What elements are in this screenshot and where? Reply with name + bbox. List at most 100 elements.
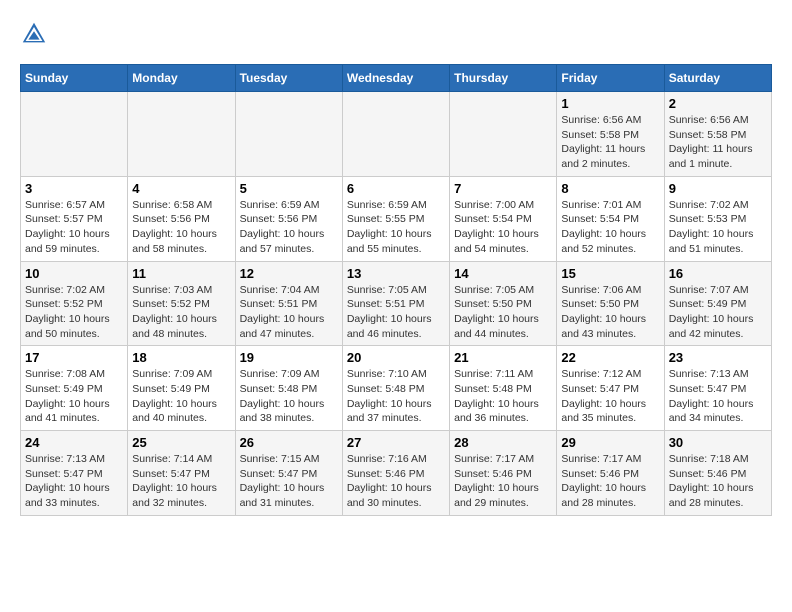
day-info: Sunrise: 7:03 AM Sunset: 5:52 PM Dayligh…: [132, 283, 230, 342]
calendar-cell: 17 Sunrise: 7:08 AM Sunset: 5:49 PM Dayli…: [21, 346, 128, 431]
calendar-cell: [450, 92, 557, 177]
day-info: Sunrise: 6:59 AM Sunset: 5:55 PM Dayligh…: [347, 198, 445, 257]
day-info: Sunrise: 7:14 AM Sunset: 5:47 PM Dayligh…: [132, 452, 230, 511]
day-number: 4: [132, 181, 230, 196]
day-number: 9: [669, 181, 767, 196]
day-number: 2: [669, 96, 767, 111]
day-number: 3: [25, 181, 123, 196]
day-number: 10: [25, 266, 123, 281]
day-info: Sunrise: 7:10 AM Sunset: 5:48 PM Dayligh…: [347, 367, 445, 426]
calendar-cell: 10 Sunrise: 7:02 AM Sunset: 5:52 PM Dayli…: [21, 261, 128, 346]
calendar-cell: 9 Sunrise: 7:02 AM Sunset: 5:53 PM Daylig…: [664, 176, 771, 261]
weekday-tuesday: Tuesday: [235, 65, 342, 92]
day-info: Sunrise: 7:16 AM Sunset: 5:46 PM Dayligh…: [347, 452, 445, 511]
calendar-cell: 24Sunrise: 7:13 AM Sunset: 5:47 PM Dayli…: [21, 431, 128, 516]
day-info: Sunrise: 7:13 AM Sunset: 5:47 PM Dayligh…: [669, 367, 767, 426]
calendar-cell: 21 Sunrise: 7:11 AM Sunset: 5:48 PM Dayli…: [450, 346, 557, 431]
week-row-2: 3 Sunrise: 6:57 AM Sunset: 5:57 PM Daylig…: [21, 176, 772, 261]
weekday-saturday: Saturday: [664, 65, 771, 92]
day-number: 29: [561, 435, 659, 450]
calendar-header: SundayMondayTuesdayWednesdayThursdayFrid…: [21, 65, 772, 92]
day-number: 13: [347, 266, 445, 281]
day-info: Sunrise: 7:05 AM Sunset: 5:50 PM Dayligh…: [454, 283, 552, 342]
calendar-cell: 7Sunrise: 7:00 AM Sunset: 5:54 PM Daylig…: [450, 176, 557, 261]
calendar-cell: 5Sunrise: 6:59 AM Sunset: 5:56 PM Daylig…: [235, 176, 342, 261]
calendar-cell: 3 Sunrise: 6:57 AM Sunset: 5:57 PM Daylig…: [21, 176, 128, 261]
calendar-cell: 4 Sunrise: 6:58 AM Sunset: 5:56 PM Daylig…: [128, 176, 235, 261]
day-number: 1: [561, 96, 659, 111]
calendar-cell: [21, 92, 128, 177]
logo: [20, 20, 52, 48]
day-number: 26: [240, 435, 338, 450]
weekday-sunday: Sunday: [21, 65, 128, 92]
day-number: 15: [561, 266, 659, 281]
weekday-header-row: SundayMondayTuesdayWednesdayThursdayFrid…: [21, 65, 772, 92]
day-number: 23: [669, 350, 767, 365]
day-number: 11: [132, 266, 230, 281]
day-number: 18: [132, 350, 230, 365]
day-info: Sunrise: 7:09 AM Sunset: 5:49 PM Dayligh…: [132, 367, 230, 426]
day-info: Sunrise: 7:05 AM Sunset: 5:51 PM Dayligh…: [347, 283, 445, 342]
day-info: Sunrise: 6:56 AM Sunset: 5:58 PM Dayligh…: [561, 113, 659, 172]
day-info: Sunrise: 6:56 AM Sunset: 5:58 PM Dayligh…: [669, 113, 767, 172]
day-number: 27: [347, 435, 445, 450]
calendar-body: 1 Sunrise: 6:56 AM Sunset: 5:58 PM Daylig…: [21, 92, 772, 516]
calendar-cell: 30 Sunrise: 7:18 AM Sunset: 5:46 PM Dayli…: [664, 431, 771, 516]
day-info: Sunrise: 7:01 AM Sunset: 5:54 PM Dayligh…: [561, 198, 659, 257]
calendar-cell: 19Sunrise: 7:09 AM Sunset: 5:48 PM Dayli…: [235, 346, 342, 431]
day-number: 8: [561, 181, 659, 196]
week-row-1: 1 Sunrise: 6:56 AM Sunset: 5:58 PM Daylig…: [21, 92, 772, 177]
day-info: Sunrise: 7:00 AM Sunset: 5:54 PM Dayligh…: [454, 198, 552, 257]
calendar-cell: 20Sunrise: 7:10 AM Sunset: 5:48 PM Dayli…: [342, 346, 449, 431]
day-info: Sunrise: 7:13 AM Sunset: 5:47 PM Dayligh…: [25, 452, 123, 511]
calendar-cell: 25 Sunrise: 7:14 AM Sunset: 5:47 PM Dayli…: [128, 431, 235, 516]
week-row-5: 24Sunrise: 7:13 AM Sunset: 5:47 PM Dayli…: [21, 431, 772, 516]
weekday-thursday: Thursday: [450, 65, 557, 92]
day-info: Sunrise: 6:57 AM Sunset: 5:57 PM Dayligh…: [25, 198, 123, 257]
calendar-cell: [342, 92, 449, 177]
day-info: Sunrise: 7:07 AM Sunset: 5:49 PM Dayligh…: [669, 283, 767, 342]
day-info: Sunrise: 7:12 AM Sunset: 5:47 PM Dayligh…: [561, 367, 659, 426]
calendar-cell: 6 Sunrise: 6:59 AM Sunset: 5:55 PM Daylig…: [342, 176, 449, 261]
calendar-cell: 13 Sunrise: 7:05 AM Sunset: 5:51 PM Dayli…: [342, 261, 449, 346]
day-info: Sunrise: 7:02 AM Sunset: 5:52 PM Dayligh…: [25, 283, 123, 342]
day-info: Sunrise: 7:02 AM Sunset: 5:53 PM Dayligh…: [669, 198, 767, 257]
day-info: Sunrise: 7:11 AM Sunset: 5:48 PM Dayligh…: [454, 367, 552, 426]
day-info: Sunrise: 7:17 AM Sunset: 5:46 PM Dayligh…: [561, 452, 659, 511]
week-row-3: 10 Sunrise: 7:02 AM Sunset: 5:52 PM Dayli…: [21, 261, 772, 346]
calendar-cell: 26 Sunrise: 7:15 AM Sunset: 5:47 PM Dayli…: [235, 431, 342, 516]
calendar-cell: 23 Sunrise: 7:13 AM Sunset: 5:47 PM Dayli…: [664, 346, 771, 431]
calendar-cell: 27 Sunrise: 7:16 AM Sunset: 5:46 PM Dayli…: [342, 431, 449, 516]
day-info: Sunrise: 7:18 AM Sunset: 5:46 PM Dayligh…: [669, 452, 767, 511]
day-number: 21: [454, 350, 552, 365]
calendar-cell: 28 Sunrise: 7:17 AM Sunset: 5:46 PM Dayli…: [450, 431, 557, 516]
calendar-cell: 14Sunrise: 7:05 AM Sunset: 5:50 PM Dayli…: [450, 261, 557, 346]
week-row-4: 17 Sunrise: 7:08 AM Sunset: 5:49 PM Dayli…: [21, 346, 772, 431]
day-number: 16: [669, 266, 767, 281]
day-number: 28: [454, 435, 552, 450]
day-number: 6: [347, 181, 445, 196]
day-number: 17: [25, 350, 123, 365]
weekday-wednesday: Wednesday: [342, 65, 449, 92]
day-info: Sunrise: 6:58 AM Sunset: 5:56 PM Dayligh…: [132, 198, 230, 257]
day-number: 12: [240, 266, 338, 281]
day-info: Sunrise: 6:59 AM Sunset: 5:56 PM Dayligh…: [240, 198, 338, 257]
day-number: 30: [669, 435, 767, 450]
calendar-table: SundayMondayTuesdayWednesdayThursdayFrid…: [20, 64, 772, 516]
day-number: 25: [132, 435, 230, 450]
weekday-monday: Monday: [128, 65, 235, 92]
day-info: Sunrise: 7:06 AM Sunset: 5:50 PM Dayligh…: [561, 283, 659, 342]
day-info: Sunrise: 7:08 AM Sunset: 5:49 PM Dayligh…: [25, 367, 123, 426]
calendar-cell: 29 Sunrise: 7:17 AM Sunset: 5:46 PM Dayli…: [557, 431, 664, 516]
calendar-cell: 18 Sunrise: 7:09 AM Sunset: 5:49 PM Dayli…: [128, 346, 235, 431]
calendar-cell: [128, 92, 235, 177]
calendar-cell: 16 Sunrise: 7:07 AM Sunset: 5:49 PM Dayli…: [664, 261, 771, 346]
calendar-cell: 22 Sunrise: 7:12 AM Sunset: 5:47 PM Dayli…: [557, 346, 664, 431]
calendar-cell: [235, 92, 342, 177]
day-info: Sunrise: 7:17 AM Sunset: 5:46 PM Dayligh…: [454, 452, 552, 511]
day-info: Sunrise: 7:04 AM Sunset: 5:51 PM Dayligh…: [240, 283, 338, 342]
page-header: [20, 20, 772, 48]
day-number: 22: [561, 350, 659, 365]
day-info: Sunrise: 7:15 AM Sunset: 5:47 PM Dayligh…: [240, 452, 338, 511]
calendar-cell: 1 Sunrise: 6:56 AM Sunset: 5:58 PM Daylig…: [557, 92, 664, 177]
